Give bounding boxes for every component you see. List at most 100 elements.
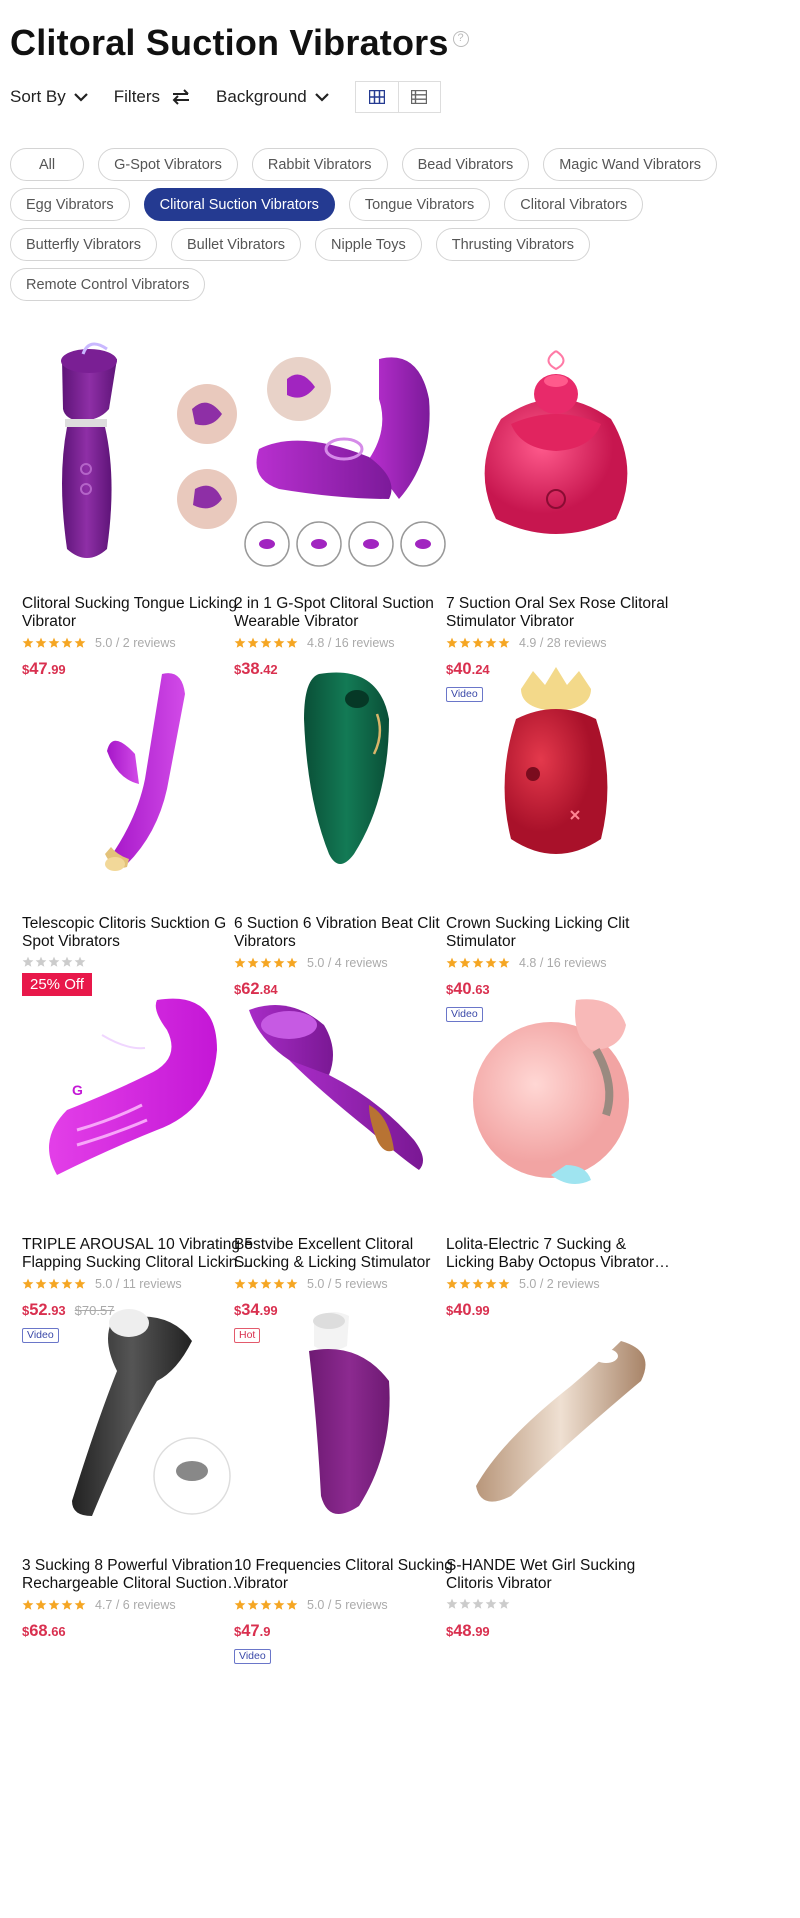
star-icon <box>48 1278 60 1289</box>
star-icon <box>446 957 458 968</box>
price-currency: $ <box>22 1624 30 1639</box>
category-chip-thrusting-vibrators[interactable]: Thrusting Vibrators <box>435 228 590 261</box>
rating-stars <box>446 1598 511 1610</box>
category-chip-bullet-vibrators[interactable]: Bullet Vibrators <box>170 228 302 261</box>
star-icon <box>48 956 60 967</box>
star-icon <box>498 637 510 648</box>
star-icon <box>247 1278 259 1289</box>
star-icon <box>74 637 86 648</box>
category-chip-nipple-toys[interactable]: Nipple Toys <box>315 228 422 261</box>
rating-text: 4.8 / 16 reviews <box>307 636 395 650</box>
star-icon <box>35 637 47 648</box>
filters-button[interactable]: Filters <box>114 87 190 107</box>
star-icon <box>22 1599 34 1610</box>
product-title[interactable]: S-HANDE Wet Girl Sucking Clitoris Vibrat… <box>446 1557 678 1593</box>
category-chip-clitoral-vibrators[interactable]: Clitoral Vibrators <box>504 188 644 221</box>
sort-by-button[interactable]: Sort By <box>10 87 88 107</box>
price-currency: $ <box>234 1624 242 1639</box>
product-image[interactable] <box>434 652 678 896</box>
product-title[interactable]: Lolita-Electric 7 Sucking & Licking Baby… <box>446 1236 678 1272</box>
svg-text:G: G <box>72 1082 83 1098</box>
background-button[interactable]: Background <box>216 87 329 107</box>
rating-stars <box>234 957 299 969</box>
product-title[interactable]: 3 Sucking 8 Powerful Vibration Rechargea… <box>22 1557 254 1593</box>
category-chip-egg-vibrators[interactable]: Egg Vibrators <box>10 188 130 221</box>
star-icon <box>273 1278 285 1289</box>
product-image[interactable] <box>222 332 466 576</box>
product-title[interactable]: Telescopic Clitoris Sucktion G Spot Vibr… <box>22 915 254 951</box>
category-chip-rabbit-vibrators[interactable]: Rabbit Vibrators <box>251 148 388 181</box>
product-image[interactable]: G <box>10 973 254 1217</box>
rating-text: 4.8 / 16 reviews <box>519 956 607 970</box>
product-title[interactable]: TRIPLE AROUSAL 10 Vibrating 5 Flapping S… <box>22 1236 254 1272</box>
product-price: $47.9 <box>234 1622 270 1641</box>
product-rating: 5.0 / 11 reviews <box>22 1277 182 1291</box>
star-icon <box>247 1599 259 1610</box>
star-icon <box>61 1599 73 1610</box>
product-image[interactable] <box>434 1294 678 1538</box>
product-title[interactable]: 2 in 1 G-Spot Clitoral Suction Wearable … <box>234 595 466 631</box>
star-icon <box>260 1599 272 1610</box>
category-chip-magic-wand-vibrators[interactable]: Magic Wand Vibrators <box>543 148 718 181</box>
rating-stars <box>234 1599 299 1611</box>
product-image[interactable] <box>434 973 678 1217</box>
sort-by-label: Sort By <box>10 87 66 106</box>
category-chip-bead-vibrators[interactable]: Bead Vibrators <box>401 148 530 181</box>
page-title-text: Clitoral Suction Vibrators <box>10 22 449 63</box>
product-title[interactable]: 10 Frequencies Clitoral Sucking Vibrator <box>234 1557 466 1593</box>
product-image[interactable] <box>222 652 466 896</box>
product-image[interactable] <box>222 1294 466 1538</box>
star-icon <box>498 1598 510 1609</box>
product-price: $68.66 <box>22 1622 66 1641</box>
product-rating: 4.7 / 6 reviews <box>22 1598 176 1612</box>
product-title[interactable]: Crown Sucking Licking Clit Stimulator <box>446 915 678 951</box>
product-title[interactable]: Bestvibe Excellent Clitoral Sucking & Li… <box>234 1236 466 1272</box>
category-chip-clitoral-suction-vibrators[interactable]: Clitoral Suction Vibrators <box>143 188 335 221</box>
product-rating <box>22 956 95 968</box>
star-icon <box>459 1598 471 1609</box>
product-title[interactable]: 6 Suction 6 Vibration Beat Clit Vibrator… <box>234 915 466 951</box>
star-icon <box>273 1599 285 1610</box>
product-title[interactable]: Clitoral Sucking Tongue Licking Vibrator <box>22 595 254 631</box>
list-view-button[interactable] <box>397 82 440 112</box>
product-title[interactable]: 7 Suction Oral Sex Rose Clitoral Stimula… <box>446 595 678 631</box>
star-icon <box>286 1278 298 1289</box>
grid-view-button[interactable] <box>356 82 398 112</box>
view-toggle <box>354 81 441 113</box>
background-label: Background <box>216 87 307 106</box>
price-whole: 48 <box>453 1622 472 1640</box>
question-circle-icon[interactable]: ? <box>452 31 469 48</box>
rating-text: 4.9 / 28 reviews <box>519 636 607 650</box>
star-icon <box>472 1598 484 1609</box>
product-image[interactable] <box>222 973 466 1217</box>
product-image[interactable] <box>10 332 254 576</box>
product-tag: Video <box>234 1649 271 1664</box>
product-image[interactable] <box>10 1294 254 1538</box>
category-chip-all[interactable]: All <box>10 148 85 181</box>
star-icon <box>260 637 272 648</box>
category-chip-g-spot-vibrators[interactable]: G-Spot Vibrators <box>98 148 238 181</box>
star-icon <box>22 637 34 648</box>
star-icon <box>61 956 73 967</box>
category-chip-butterfly-vibrators[interactable]: Butterfly Vibrators <box>10 228 157 261</box>
category-chip-tongue-vibrators[interactable]: Tongue Vibrators <box>348 188 491 221</box>
product-image[interactable] <box>434 332 678 576</box>
star-icon <box>485 1598 497 1609</box>
star-icon <box>498 1278 510 1289</box>
rating-stars <box>234 1278 299 1290</box>
star-icon <box>22 1278 34 1289</box>
product-price: $48.99 <box>446 1622 490 1641</box>
category-chip-remote-control-vibrators[interactable]: Remote Control Vibrators <box>10 268 206 301</box>
product-image[interactable] <box>10 652 254 896</box>
rating-stars <box>22 1599 87 1611</box>
star-icon <box>459 1278 471 1289</box>
page-title: Clitoral Suction Vibrators? <box>10 22 469 64</box>
rating-stars <box>22 637 87 649</box>
star-icon <box>61 637 73 648</box>
grid-view-icon <box>368 90 385 104</box>
price-currency: $ <box>446 1624 454 1639</box>
star-icon <box>35 1599 47 1610</box>
product-rating: 5.0 / 2 reviews <box>22 636 176 650</box>
rating-stars <box>22 956 87 968</box>
filters-label: Filters <box>113 87 161 106</box>
